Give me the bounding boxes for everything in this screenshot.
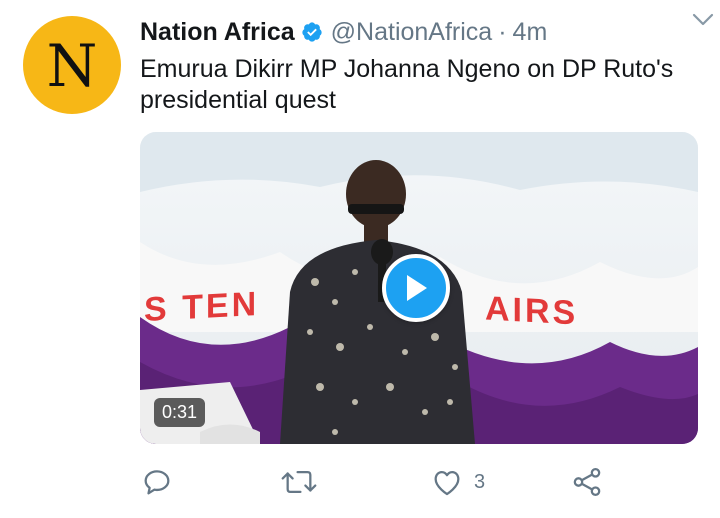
retweet-icon xyxy=(281,470,317,494)
separator-dot: · xyxy=(498,17,507,46)
like-button[interactable]: 3 xyxy=(430,462,485,502)
verified-badge-icon xyxy=(301,21,323,43)
tweet-header: Nation Africa @NationAfrica · 4m xyxy=(140,12,700,52)
video-player[interactable]: S TEN AIRS 0:31 xyxy=(140,132,698,444)
reply-icon xyxy=(144,470,170,495)
play-icon xyxy=(407,275,427,301)
tweet-text: Emurua Dikirr MP Johanna Ngeno on DP Rut… xyxy=(140,55,674,114)
like-icon xyxy=(434,470,460,496)
like-count: 3 xyxy=(474,470,486,493)
chevron-down-icon[interactable] xyxy=(690,10,716,30)
share-button[interactable] xyxy=(570,462,604,502)
banner-text-left: S TEN xyxy=(144,284,260,330)
share-icon xyxy=(573,467,601,497)
avatar-logo-letter: N xyxy=(46,32,98,100)
user-handle[interactable]: @NationAfrica xyxy=(331,18,493,47)
retweet-button[interactable] xyxy=(280,462,328,502)
tweet-actions: 3 xyxy=(140,462,620,502)
banner-text-right: AIRS xyxy=(485,289,579,333)
video-duration: 0:31 xyxy=(154,398,206,427)
timestamp[interactable]: 4m xyxy=(513,18,548,47)
reply-button[interactable] xyxy=(140,462,184,502)
avatar[interactable]: N xyxy=(23,16,121,114)
play-button[interactable] xyxy=(382,254,450,322)
display-name[interactable]: Nation Africa xyxy=(140,18,295,47)
